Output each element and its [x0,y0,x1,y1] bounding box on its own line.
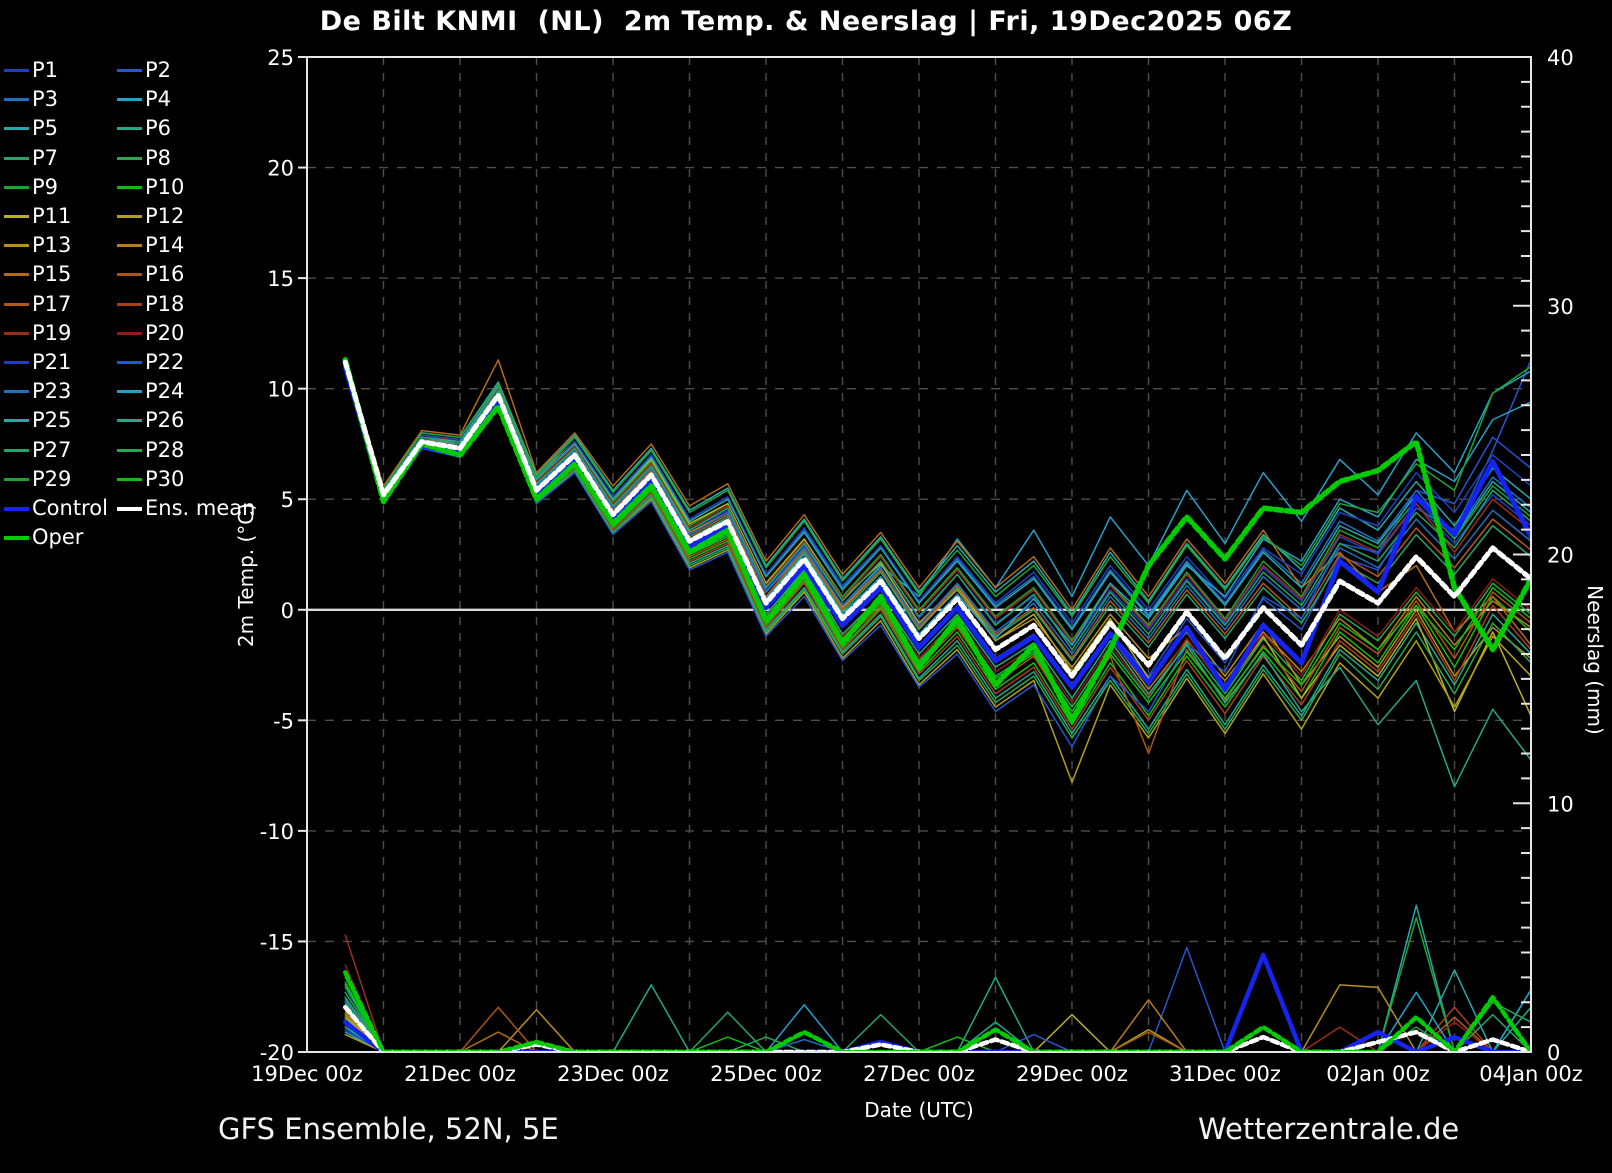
temp-series-P1 [344,361,1531,646]
temp-series-P28 [344,363,1531,739]
precip-series-P13 [344,984,1531,1052]
temp-series-P5 [344,359,1531,615]
right-tick-label: 10 [1547,792,1574,816]
footer-brand: Wetterzentrale.de [1198,1112,1460,1146]
temp-series-P15 [344,359,1531,646]
x-tick-label: 04Jan 00z [1479,1062,1583,1086]
temp-series-P19 [344,356,1531,644]
x-tick-label: 02Jan 00z [1326,1062,1430,1086]
precip-series-Oper [343,970,1531,1052]
x-tick-label: 27Dec 00z [863,1062,975,1086]
left-tick-label: -15 [260,930,294,954]
left-tick-label: -10 [260,820,294,844]
left-tick-label: 5 [281,488,294,512]
right-tick-label: 20 [1547,544,1574,568]
precip-series-P10 [344,981,1531,1052]
weather-ensemble-page: De Bilt KNMI (NL) 2m Temp. & Neerslag | … [0,0,1612,1173]
x-tick-label: 31Dec 00z [1169,1062,1281,1086]
precip-series-P5 [344,904,1531,1052]
footer-model-info: GFS Ensemble, 52N, 5E [218,1112,559,1146]
x-tick-label: 19Dec 00z [251,1062,363,1086]
left-tick-label: 25 [267,46,294,70]
temp-series-P24 [344,363,1531,646]
temp-series-P21 [344,359,1531,624]
left-tick-label: 20 [267,157,294,181]
precip-series-P20 [344,964,1531,1052]
y-axis-title-right: Neerslag (mm) [1583,585,1607,735]
precip-series-P30 [344,984,1531,1052]
left-tick-label: 0 [281,599,294,623]
precip-series-P19 [344,934,1531,1052]
temp-series-P16 [344,363,1531,755]
precip-series-P6 [344,976,1531,1052]
x-tick-label: 23Dec 00z [557,1062,669,1086]
precip-series-P9 [344,916,1531,1052]
x-tick-label: 29Dec 00z [1016,1062,1128,1086]
left-tick-label: 15 [267,267,294,291]
x-axis-title: Date (UTC) [864,1098,974,1122]
x-tick-label: 25Dec 00z [710,1062,822,1086]
precip-series-P25 [344,969,1531,1052]
left-tick-label: 10 [267,378,294,402]
y-axis-title-left: 2m Temp. (°C) [234,502,258,648]
right-tick-label: 40 [1547,46,1574,70]
temp-series-P9 [344,359,1531,642]
right-tick-label: 30 [1547,295,1574,319]
x-tick-label: 21Dec 00z [404,1062,516,1086]
precip-series-P3 [344,986,1531,1052]
temp-series-P26 [344,363,1531,788]
left-tick-label: -5 [273,709,294,733]
